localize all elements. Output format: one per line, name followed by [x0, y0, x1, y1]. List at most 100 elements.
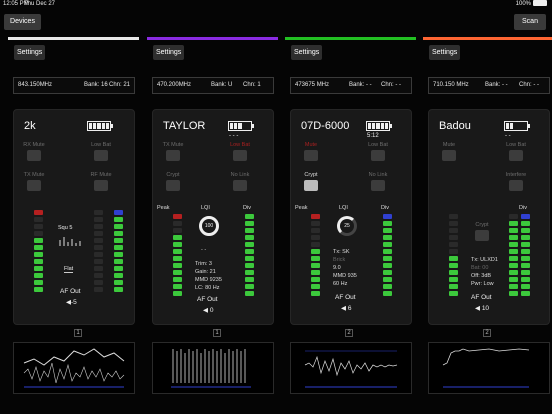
channel: Chn: - -: [519, 82, 540, 88]
af-meter: [311, 214, 320, 296]
crypt-indicator: Crypt: [296, 172, 326, 191]
detail-power: Pwr: Low: [471, 281, 494, 287]
freq-info-bar: 843.150MHz Bank: 16 Chn: 21: [13, 77, 135, 94]
channel-index: 1: [74, 329, 82, 337]
lqi-label: LQI: [201, 205, 210, 211]
frequency: 843.150MHz: [18, 82, 53, 88]
low-battery-icon: [233, 150, 247, 161]
dash: - -: [201, 247, 207, 253]
channel: Chn: 21: [109, 82, 131, 88]
settings-button[interactable]: Settings: [153, 45, 185, 60]
squelch-bars-icon: [59, 237, 81, 246]
rf-meter-b: [94, 210, 103, 292]
no-link-indicator: No Link: [225, 172, 255, 191]
freq-info-bar: 473675 MHz Bank: - - Chn: - -: [290, 77, 412, 94]
detail-gain: Gain: 21: [195, 269, 216, 275]
af-meter: [449, 214, 458, 296]
af-out-value[interactable]: ◀-5: [66, 298, 77, 306]
detail-brick: Brick: [333, 257, 346, 263]
lqi-label: LQI: [339, 205, 348, 211]
eq-setting[interactable]: Flat: [64, 266, 74, 273]
detail-trim: Trim: 3: [195, 261, 212, 267]
battery-icon: [87, 121, 113, 131]
receiver-card[interactable]: 2k RX Mute Low Bat TX Mute RF Mute Squ 5…: [13, 109, 135, 325]
mute-icon: [442, 150, 456, 161]
af-out-label: AF Out: [197, 296, 218, 303]
battery-icon: [228, 121, 254, 131]
no-link-icon: [233, 180, 247, 191]
panel-stripe: [423, 37, 552, 40]
bank: Bank: - -: [349, 82, 372, 88]
div-label: Div: [381, 205, 389, 211]
battery-icon: [366, 121, 392, 131]
detail-offset: Off: 3dB: [471, 273, 492, 279]
scan-button[interactable]: Scan: [514, 14, 546, 30]
bank: Bank: 16: [84, 82, 108, 88]
receiver-card[interactable]: Badou - - Mute Low Bat Crypt Interfere D…: [428, 109, 550, 325]
settings-button[interactable]: Settings: [429, 45, 461, 60]
device-name: 07D-6000: [301, 120, 350, 132]
devices-button[interactable]: Devices: [4, 14, 41, 30]
channel-index: 1: [213, 329, 221, 337]
rf-meter: [245, 214, 254, 296]
rf-graph: [290, 342, 412, 394]
receiver-panel-2: Settings 470.200MHz Bank: U Chn: 1 TAYLO…: [147, 37, 278, 412]
af-out-value[interactable]: ◀ 0: [203, 306, 213, 314]
device-name: 2k: [24, 120, 36, 132]
receiver-card[interactable]: 07D-6000 5:12 Mute Low Bat Crypt No Link…: [290, 109, 412, 325]
rf-meter: [383, 214, 392, 296]
receiver-card[interactable]: TAYLOR - - - TX Mute Low Bat Crypt No Li…: [152, 109, 274, 325]
bank: Bank: U: [211, 82, 233, 88]
rf-mute-indicator: RF Mute: [86, 172, 116, 191]
receiver-panel-1: Settings 843.150MHz Bank: 16 Chn: 21 2k …: [8, 37, 139, 412]
rf-mute-icon: [94, 180, 108, 191]
af-meter: [34, 210, 43, 292]
detail-mmd: MMD 9235: [195, 277, 222, 283]
rf-graph: [152, 342, 274, 394]
low-battery-icon: [371, 150, 385, 161]
af-out-label: AF Out: [60, 288, 81, 295]
lock-icon: [304, 180, 318, 191]
channel: Chn: 1: [243, 82, 261, 88]
tx-mute-icon: [27, 180, 41, 191]
low-battery-icon: [94, 150, 108, 161]
rf-graph-plot: [442, 348, 530, 388]
detail-voltage: 9.0: [333, 265, 341, 271]
low-bat-indicator: Low Bat: [86, 142, 116, 161]
rf-meter-b: [509, 214, 518, 296]
frequency: 470.200MHz: [157, 82, 192, 88]
battery-icon: [533, 0, 547, 7]
tx-mute-indicator: TX Mute: [19, 172, 49, 191]
channel-index: 2: [483, 329, 491, 337]
af-out-label: AF Out: [471, 294, 492, 301]
receiver-panel-3: Settings 473675 MHz Bank: - - Chn: - - 0…: [285, 37, 416, 412]
rx-mute-indicator: RX Mute: [19, 142, 49, 161]
af-out-value[interactable]: ◀ 10: [475, 304, 489, 312]
status-date: Thu Dec 27: [24, 1, 56, 7]
rf-meter: [114, 210, 123, 292]
settings-button[interactable]: Settings: [14, 45, 46, 60]
freq-info-bar: 470.200MHz Bank: U Chn: 1: [152, 77, 274, 94]
div-label: Div: [243, 205, 251, 211]
detail-lc: LC: 80 Hz: [195, 285, 220, 291]
low-bat-indicator: Low Bat: [363, 142, 393, 161]
status-bar: 12:05 PM Thu Dec 27 100%: [0, 0, 552, 9]
detail-bat: Bat: 00: [471, 265, 489, 271]
settings-button[interactable]: Settings: [291, 45, 323, 60]
mute-indicator: Mute: [434, 142, 464, 161]
mute-indicator: Mute: [296, 142, 326, 161]
freq-info-bar: 710.150 MHz Bank: - - Chn: - -: [428, 77, 550, 94]
low-bat-indicator: Low Bat: [501, 142, 531, 161]
device-name: Badou: [439, 120, 471, 132]
lock-icon: [475, 230, 489, 241]
rf-graph-plot: [304, 350, 398, 388]
rf-graph: [428, 342, 550, 394]
div-label: Div: [519, 205, 527, 211]
no-link-indicator: No Link: [363, 172, 393, 191]
battery-time: - - -: [229, 133, 239, 139]
squelch-label: Squ 5: [58, 225, 73, 231]
mute-icon: [304, 150, 318, 161]
crypt-indicator: Crypt: [467, 222, 497, 241]
panel-stripe: [285, 37, 416, 40]
af-out-value[interactable]: ◀ 6: [341, 304, 351, 312]
